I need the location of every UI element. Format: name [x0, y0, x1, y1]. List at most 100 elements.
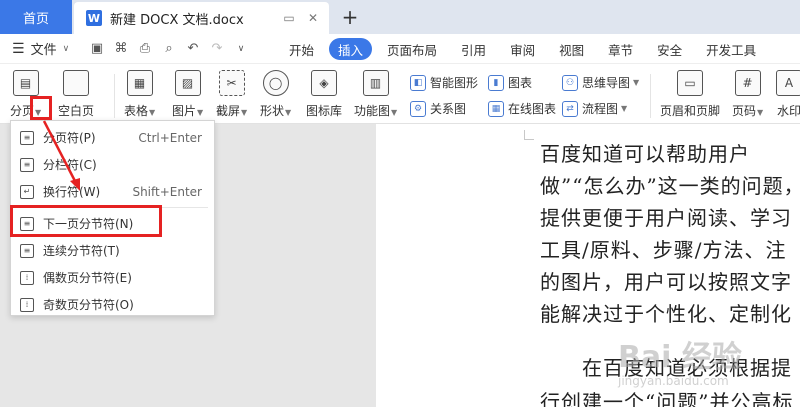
- header-footer-icon: ▭: [677, 70, 703, 96]
- online-chart-icon: ▦: [488, 100, 504, 117]
- online-chart-button[interactable]: ▦ 在线图表: [488, 100, 556, 117]
- watermark-subtext: jingyan.baidu.com: [618, 374, 729, 388]
- tab-start[interactable]: 开始: [280, 38, 323, 60]
- blank-page-icon: [63, 70, 89, 96]
- section-break-icon: ⁞: [20, 270, 34, 285]
- menu-item-page-break[interactable]: ≡ 分页符(P) Ctrl+Enter: [11, 124, 214, 151]
- shape-button[interactable]: ◯ 形状▼: [260, 70, 291, 119]
- tab-insert[interactable]: 插入: [329, 38, 373, 60]
- customize-chevron-icon[interactable]: ∨: [230, 38, 252, 60]
- screenshot-button[interactable]: ✂ 截屏▼: [216, 70, 247, 119]
- monitor-icon[interactable]: ▭: [281, 11, 297, 25]
- line-break-icon: ↵: [20, 184, 34, 199]
- ribbon-tabs: 开始 插入 页面布局 引用 审阅 视图 章节 安全 开发工具: [280, 34, 771, 64]
- hamburger-icon: ☰: [12, 40, 25, 57]
- tab-developer[interactable]: 开发工具: [697, 38, 765, 60]
- watermark-text: Bai 经验: [618, 340, 742, 375]
- menu-item-even-page-section-break[interactable]: ⁞ 偶数页分节符(E): [11, 264, 214, 291]
- screenshot-label: 截屏: [216, 104, 241, 118]
- flowchart-icon: ⇄: [562, 100, 578, 117]
- redo-icon[interactable]: ↷: [206, 38, 228, 60]
- menu-bar: ☰ 文件 ∨ ▣ ⌘ ⎙ ⌕ ↶ ↷ ∨ 开始 插入 页面布局 引用 审阅 视图…: [0, 34, 800, 64]
- icon-library-button[interactable]: ◈ 图标库: [306, 70, 342, 119]
- doc-line: 提供更便于用户阅读、学习: [540, 206, 792, 230]
- function-chart-label: 功能图: [354, 104, 391, 118]
- table-label: 表格: [124, 104, 149, 118]
- picture-button[interactable]: ▨ 图片▼: [172, 70, 203, 119]
- file-menu[interactable]: ☰ 文件 ∨: [0, 39, 86, 59]
- mind-map-label: 思维导图: [582, 76, 631, 90]
- shape-label: 形状: [260, 104, 285, 118]
- mind-map-button[interactable]: ⚇ 思维导图 ▼: [562, 74, 639, 91]
- function-chart-icon: ▥: [362, 70, 389, 96]
- ribbon-divider: [650, 74, 651, 118]
- doc-line: 百度知道可以帮助用户: [540, 142, 750, 166]
- online-chart-label: 在线图表: [508, 102, 557, 116]
- file-menu-label: 文件: [30, 43, 57, 58]
- margin-corner-mark: [524, 130, 534, 140]
- ribbon-insert: ▤ 分页▼ 空白页 ▦ 表格▼ ▨ 图片▼ ✂ 截屏▼ ◯ 形状▼ ◈ 图标库 …: [0, 64, 800, 124]
- doc-line: 行创建一个“问题”并公高标: [540, 390, 794, 407]
- smart-graphic-button[interactable]: ◧ 智能图形: [410, 74, 478, 91]
- undo-icon[interactable]: ↶: [182, 38, 204, 60]
- blank-page-button[interactable]: 空白页: [58, 70, 94, 119]
- watermark-label: 水印: [776, 104, 800, 118]
- table-button[interactable]: ▦ 表格▼: [124, 70, 155, 119]
- menu-item-line-break[interactable]: ↵ 换行符(W) Shift+Enter: [11, 178, 214, 205]
- menu-item-continuous-section-break[interactable]: ≡ 连续分节符(T): [11, 237, 214, 264]
- tab-view[interactable]: 视图: [550, 38, 593, 60]
- smart-graphic-label: 智能图形: [430, 76, 479, 90]
- tab-security[interactable]: 安全: [648, 38, 691, 60]
- tab-page-layout[interactable]: 页面布局: [378, 38, 446, 60]
- tab-review[interactable]: 审阅: [501, 38, 544, 60]
- word-doc-icon: W: [86, 10, 102, 26]
- watermark-button[interactable]: A 水印: [776, 70, 800, 119]
- blank-page-label: 空白页: [58, 104, 95, 118]
- highlight-dropdown-arrow: [30, 96, 52, 120]
- icon-library-label: 图标库: [306, 104, 343, 118]
- column-break-icon: ≡: [20, 157, 34, 172]
- baidu-watermark: Bai 经验 jingyan.baidu.com: [618, 332, 742, 388]
- menu-item-odd-page-section-break[interactable]: ⁞ 奇数页分节符(O): [11, 291, 214, 318]
- tab-home[interactable]: 首页: [0, 0, 72, 34]
- highlight-next-page-section-break: [10, 205, 162, 237]
- tab-document[interactable]: W 新建 DOCX 文档.docx ▭ ✕: [74, 2, 329, 34]
- page-break-icon: ≡: [20, 130, 34, 145]
- screenshot-icon: ✂: [218, 70, 245, 96]
- shape-icon: ◯: [262, 70, 289, 96]
- doc-line: 工具/原料、步骤/方法、注: [540, 238, 787, 262]
- quick-access-toolbar: ▣ ⌘ ⎙ ⌕ ↶ ↷ ∨: [86, 38, 252, 60]
- tab-references[interactable]: 引用: [452, 38, 495, 60]
- relation-chart-button[interactable]: ⚙ 关系图: [410, 100, 466, 117]
- chart-button[interactable]: ▮ 图表: [488, 74, 532, 91]
- tab-bar: 首页 W 新建 DOCX 文档.docx ▭ ✕ +: [0, 0, 800, 34]
- chart-icon: ▮: [488, 74, 504, 91]
- chevron-down-icon: ∨: [62, 43, 70, 54]
- save-icon[interactable]: ▣: [86, 38, 108, 60]
- print-preview-icon[interactable]: ⌕: [158, 38, 180, 60]
- document-tab-title: 新建 DOCX 文档.docx: [110, 12, 244, 28]
- print-icon[interactable]: ⎙: [134, 38, 156, 60]
- page-number-label: 页码: [732, 104, 757, 118]
- smart-graphic-icon: ◧: [410, 74, 426, 91]
- page-number-icon: #: [734, 70, 761, 96]
- share-icon[interactable]: ⌘: [110, 38, 132, 60]
- new-tab-button[interactable]: +: [338, 3, 362, 31]
- flowchart-label: 流程图: [582, 102, 619, 116]
- page-number-button[interactable]: # 页码▼: [732, 70, 763, 119]
- doc-line: 能解决过于个性化、定制化: [540, 302, 792, 326]
- relation-chart-icon: ⚙: [410, 100, 426, 117]
- header-footer-button[interactable]: ▭ 页眉和页脚: [660, 70, 720, 119]
- flowchart-button[interactable]: ⇄ 流程图 ▼: [562, 100, 627, 117]
- picture-label: 图片: [172, 104, 197, 118]
- doc-line: 做”“怎么办”这一类的问题，: [540, 174, 800, 198]
- page-break-icon: ▤: [12, 70, 39, 96]
- menu-item-column-break[interactable]: ≡ 分栏符(C): [11, 151, 214, 178]
- icon-library-icon: ◈: [311, 70, 337, 96]
- chart-label: 图表: [508, 76, 533, 90]
- tab-chapter[interactable]: 章节: [599, 38, 642, 60]
- function-chart-button[interactable]: ▥ 功能图▼: [354, 70, 397, 119]
- section-break-icon: ≡: [20, 243, 34, 258]
- close-icon[interactable]: ✕: [305, 11, 321, 25]
- mind-map-icon: ⚇: [562, 74, 578, 91]
